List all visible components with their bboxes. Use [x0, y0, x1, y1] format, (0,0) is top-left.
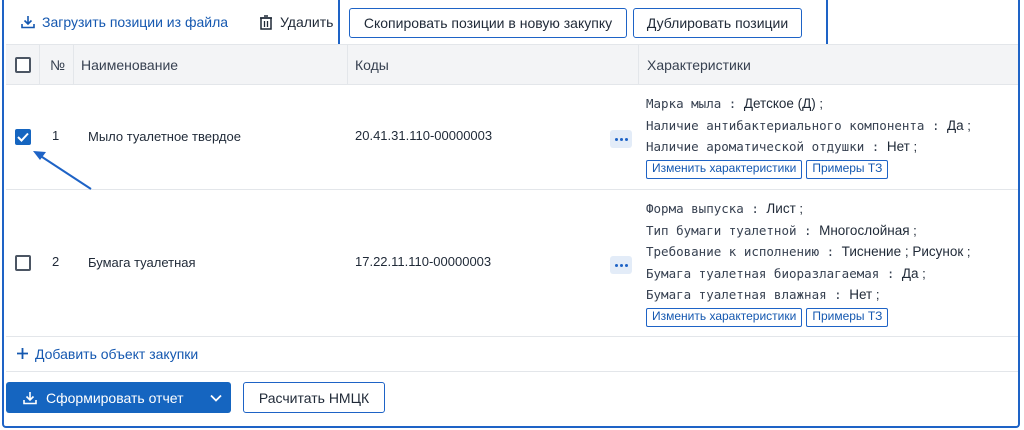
- add-purchase-object-button[interactable]: Добавить объект закупки: [16, 346, 198, 362]
- characteristic-line: Требование к исполнению : Тиснение ; Рис…: [646, 244, 971, 259]
- row-name: Мыло туалетное твердое: [88, 129, 241, 144]
- upload-positions-button[interactable]: Загрузить позиции из файла: [20, 13, 228, 31]
- table-header: № Наименование Коды Характеристики: [6, 45, 1018, 85]
- row-number: 2: [52, 254, 60, 269]
- row-code: 17.22.11.110-00000003: [355, 254, 492, 269]
- checkmark-icon: [17, 132, 29, 142]
- duplicate-positions-button[interactable]: Дублировать позиции: [633, 8, 802, 38]
- edit-characteristics-button[interactable]: Изменить характеристики: [646, 307, 803, 327]
- row-checkbox-cell: [15, 129, 31, 145]
- add-object-row: Добавить объект закупки: [6, 336, 1018, 372]
- row-checkbox[interactable]: [15, 129, 31, 145]
- generate-report-main[interactable]: Сформировать отчет: [6, 390, 201, 406]
- row-checkbox-cell: [15, 255, 31, 271]
- row-characteristics: Форма выпуска : Лист ; Тип бумаги туалет…: [646, 198, 971, 327]
- header-codes: Коды: [355, 57, 389, 73]
- header-name: Наименование: [81, 57, 179, 73]
- generate-report-button[interactable]: Сформировать отчет: [6, 382, 231, 413]
- select-all-checkbox[interactable]: [15, 57, 31, 73]
- characteristic-line: Наличие антибактериального компонента : …: [646, 117, 971, 133]
- characteristic-line: Марка мыла : Детское (Д) ;: [646, 96, 824, 111]
- row-characteristics: Марка мыла : Детское (Д) ; Наличие антиб…: [646, 93, 971, 179]
- table-row[interactable]: 2 Бумага туалетная 17.22.11.110-00000003…: [6, 190, 1018, 337]
- generate-report-label: Сформировать отчет: [46, 389, 184, 406]
- download-tray-icon: [23, 391, 37, 404]
- table-row[interactable]: 1 Мыло туалетное твердое 20.41.31.110-00…: [6, 85, 1018, 190]
- spec-examples-button[interactable]: Примеры ТЗ: [806, 159, 889, 179]
- header-number: №: [50, 57, 66, 73]
- characteristic-line: Тип бумаги туалетной : Многослойная ;: [646, 222, 917, 238]
- row-checkbox[interactable]: [15, 255, 31, 271]
- upload-positions-label: Загрузить позиции из файла: [42, 14, 229, 30]
- positions-table: № Наименование Коды Характеристики 1 Мыл…: [6, 44, 1018, 337]
- more-dots-icon[interactable]: [610, 256, 632, 274]
- delete-label: Удалить: [280, 14, 334, 30]
- plus-icon: [17, 348, 28, 359]
- toolbar: Загрузить позиции из файла Удалить Скопи…: [0, 0, 1024, 46]
- characteristic-line: Форма выпуска : Лист ;: [646, 201, 803, 216]
- row-code: 20.41.31.110-00000003: [355, 128, 493, 143]
- chevron-down-icon[interactable]: [201, 382, 231, 413]
- row-name: Бумага туалетная: [88, 255, 196, 270]
- characteristic-line: Бумага туалетная влажная : Нет ;: [646, 287, 880, 302]
- copy-to-new-purchase-button[interactable]: Скопировать позиции в новую закупку: [349, 8, 627, 38]
- download-tray-icon: [20, 14, 36, 30]
- calculate-nmck-button[interactable]: Расчитать НМЦК: [243, 382, 385, 413]
- add-purchase-object-label: Добавить объект закупки: [35, 345, 199, 362]
- trash-icon: [258, 14, 274, 30]
- header-select-all-cell: [15, 45, 31, 85]
- more-dots-icon[interactable]: [610, 130, 632, 148]
- row-number: 1: [52, 128, 60, 143]
- characteristic-line: Наличие ароматической отдушки : Нет ;: [646, 139, 918, 154]
- spec-examples-button[interactable]: Примеры ТЗ: [806, 307, 889, 327]
- delete-button[interactable]: Удалить: [258, 13, 333, 31]
- edit-characteristics-button[interactable]: Изменить характеристики: [646, 159, 803, 179]
- characteristic-line: Бумага туалетная биоразлагаемая : Да ;: [646, 265, 926, 281]
- header-characteristics: Характеристики: [647, 57, 751, 73]
